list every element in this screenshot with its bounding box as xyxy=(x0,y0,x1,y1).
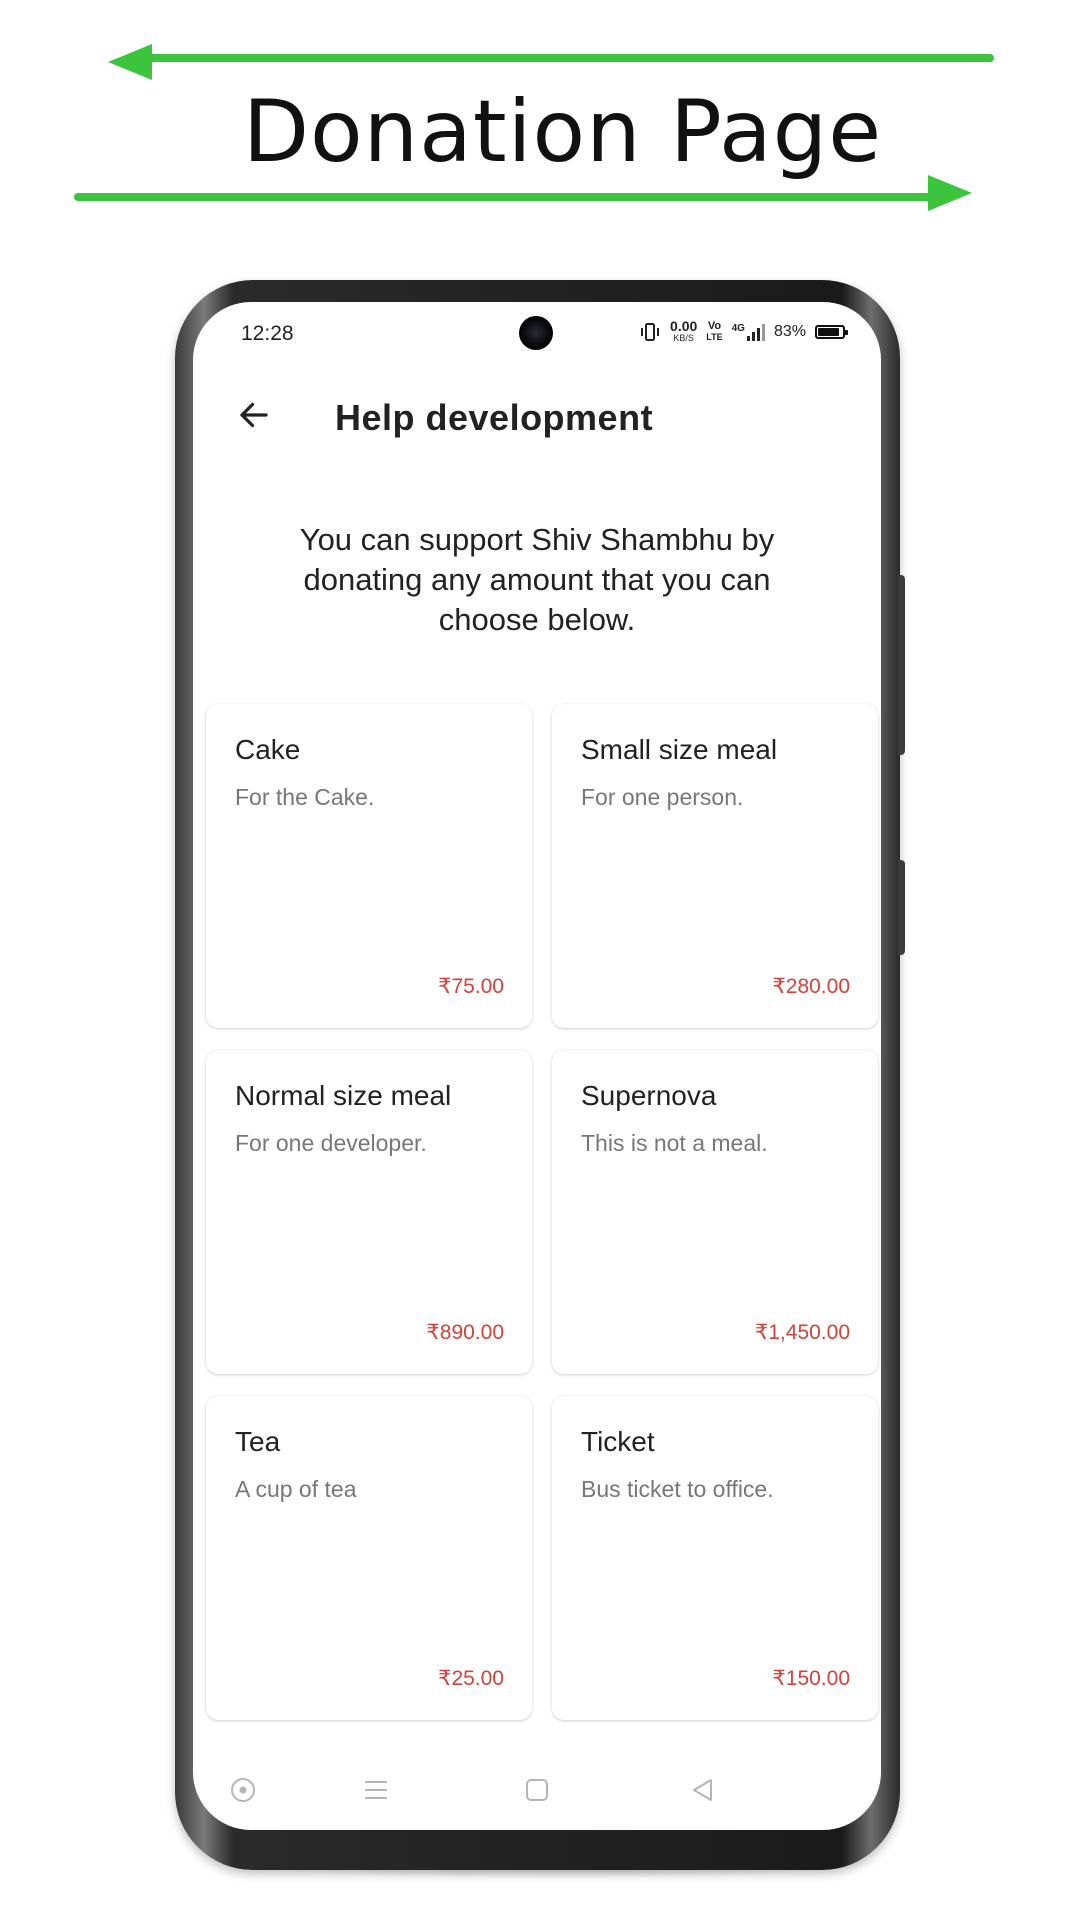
navigation-bar xyxy=(193,1740,881,1830)
card-title: Cake xyxy=(235,734,301,765)
card-title: Normal size meal xyxy=(235,1080,452,1111)
arrow-left-icon xyxy=(240,402,268,428)
net-speed-value: 0.00 xyxy=(670,318,698,334)
network-type: 4G xyxy=(731,323,745,334)
target-icon xyxy=(231,1778,255,1802)
card-price: ₹75.00 xyxy=(438,975,504,998)
status-time: 12:28 xyxy=(241,322,294,345)
status-icons: 0.00 KB/S Vo LTE 4G 83% xyxy=(639,318,848,344)
donation-card-tea[interactable]: Tea A cup of tea ₹25.00 xyxy=(206,1396,532,1720)
nav-home-button[interactable] xyxy=(517,1770,557,1810)
card-price: ₹25.00 xyxy=(438,1667,504,1690)
intro-text: You can support Shiv Shambhu by donating… xyxy=(299,522,775,637)
card-price: ₹280.00 xyxy=(772,975,850,998)
phone-screen: 12:28 0.00 KB/S Vo LTE 4G 83% Help devel… xyxy=(193,302,881,1830)
donation-card-small-meal[interactable]: Small size meal For one person. ₹280.00 xyxy=(552,704,878,1028)
card-subtitle: This is not a meal. xyxy=(581,1130,768,1156)
page-title: Help development xyxy=(335,397,654,438)
card-price: ₹1,450.00 xyxy=(754,1321,850,1344)
card-title: Small size meal xyxy=(581,734,778,765)
app-bar: Help development xyxy=(193,382,881,462)
battery-percent: 83% xyxy=(773,323,806,340)
net-speed: 0.00 KB/S xyxy=(670,318,698,344)
donation-card-ticket[interactable]: Ticket Bus ticket to office. ₹150.00 xyxy=(552,1396,878,1720)
vibrate-icon xyxy=(641,323,660,341)
square-icon xyxy=(526,1779,548,1801)
card-subtitle: For the Cake. xyxy=(235,784,375,810)
card-price: ₹150.00 xyxy=(772,1667,850,1690)
card-title: Ticket xyxy=(581,1426,655,1457)
card-subtitle: For one developer. xyxy=(235,1130,427,1156)
net-speed-unit: KB/S xyxy=(673,333,694,343)
back-button[interactable] xyxy=(229,390,279,440)
triangle-back-icon xyxy=(693,1779,712,1801)
power-button xyxy=(898,575,905,755)
donation-card-supernova[interactable]: Supernova This is not a meal. ₹1,450.00 xyxy=(552,1050,878,1374)
front-camera xyxy=(519,316,553,350)
card-subtitle: Bus ticket to office. xyxy=(581,1476,774,1502)
card-subtitle: A cup of tea xyxy=(235,1476,357,1502)
volume-button xyxy=(898,860,905,955)
donation-card-cake[interactable]: Cake For the Cake. ₹75.00 xyxy=(206,704,532,1028)
banner-title: Donation Page xyxy=(242,82,883,182)
battery-icon xyxy=(815,325,848,339)
nav-back-button[interactable] xyxy=(683,1770,723,1810)
card-title: Tea xyxy=(235,1426,281,1457)
card-subtitle: For one person. xyxy=(581,784,744,810)
menu-icon xyxy=(365,1781,387,1799)
card-price: ₹890.00 xyxy=(426,1321,504,1344)
signal-icon: 4G xyxy=(732,323,765,341)
volte-icon: Vo LTE xyxy=(706,320,723,343)
status-bar: 12:28 0.00 KB/S Vo LTE 4G 83% xyxy=(193,302,881,362)
nav-recents-button[interactable] xyxy=(356,1770,396,1810)
card-title: Supernova xyxy=(581,1080,717,1111)
signal-bars-icon xyxy=(746,324,765,341)
donation-card-normal-meal[interactable]: Normal size meal For one developer. ₹890… xyxy=(206,1050,532,1374)
nav-assistant-button[interactable] xyxy=(223,1770,263,1810)
